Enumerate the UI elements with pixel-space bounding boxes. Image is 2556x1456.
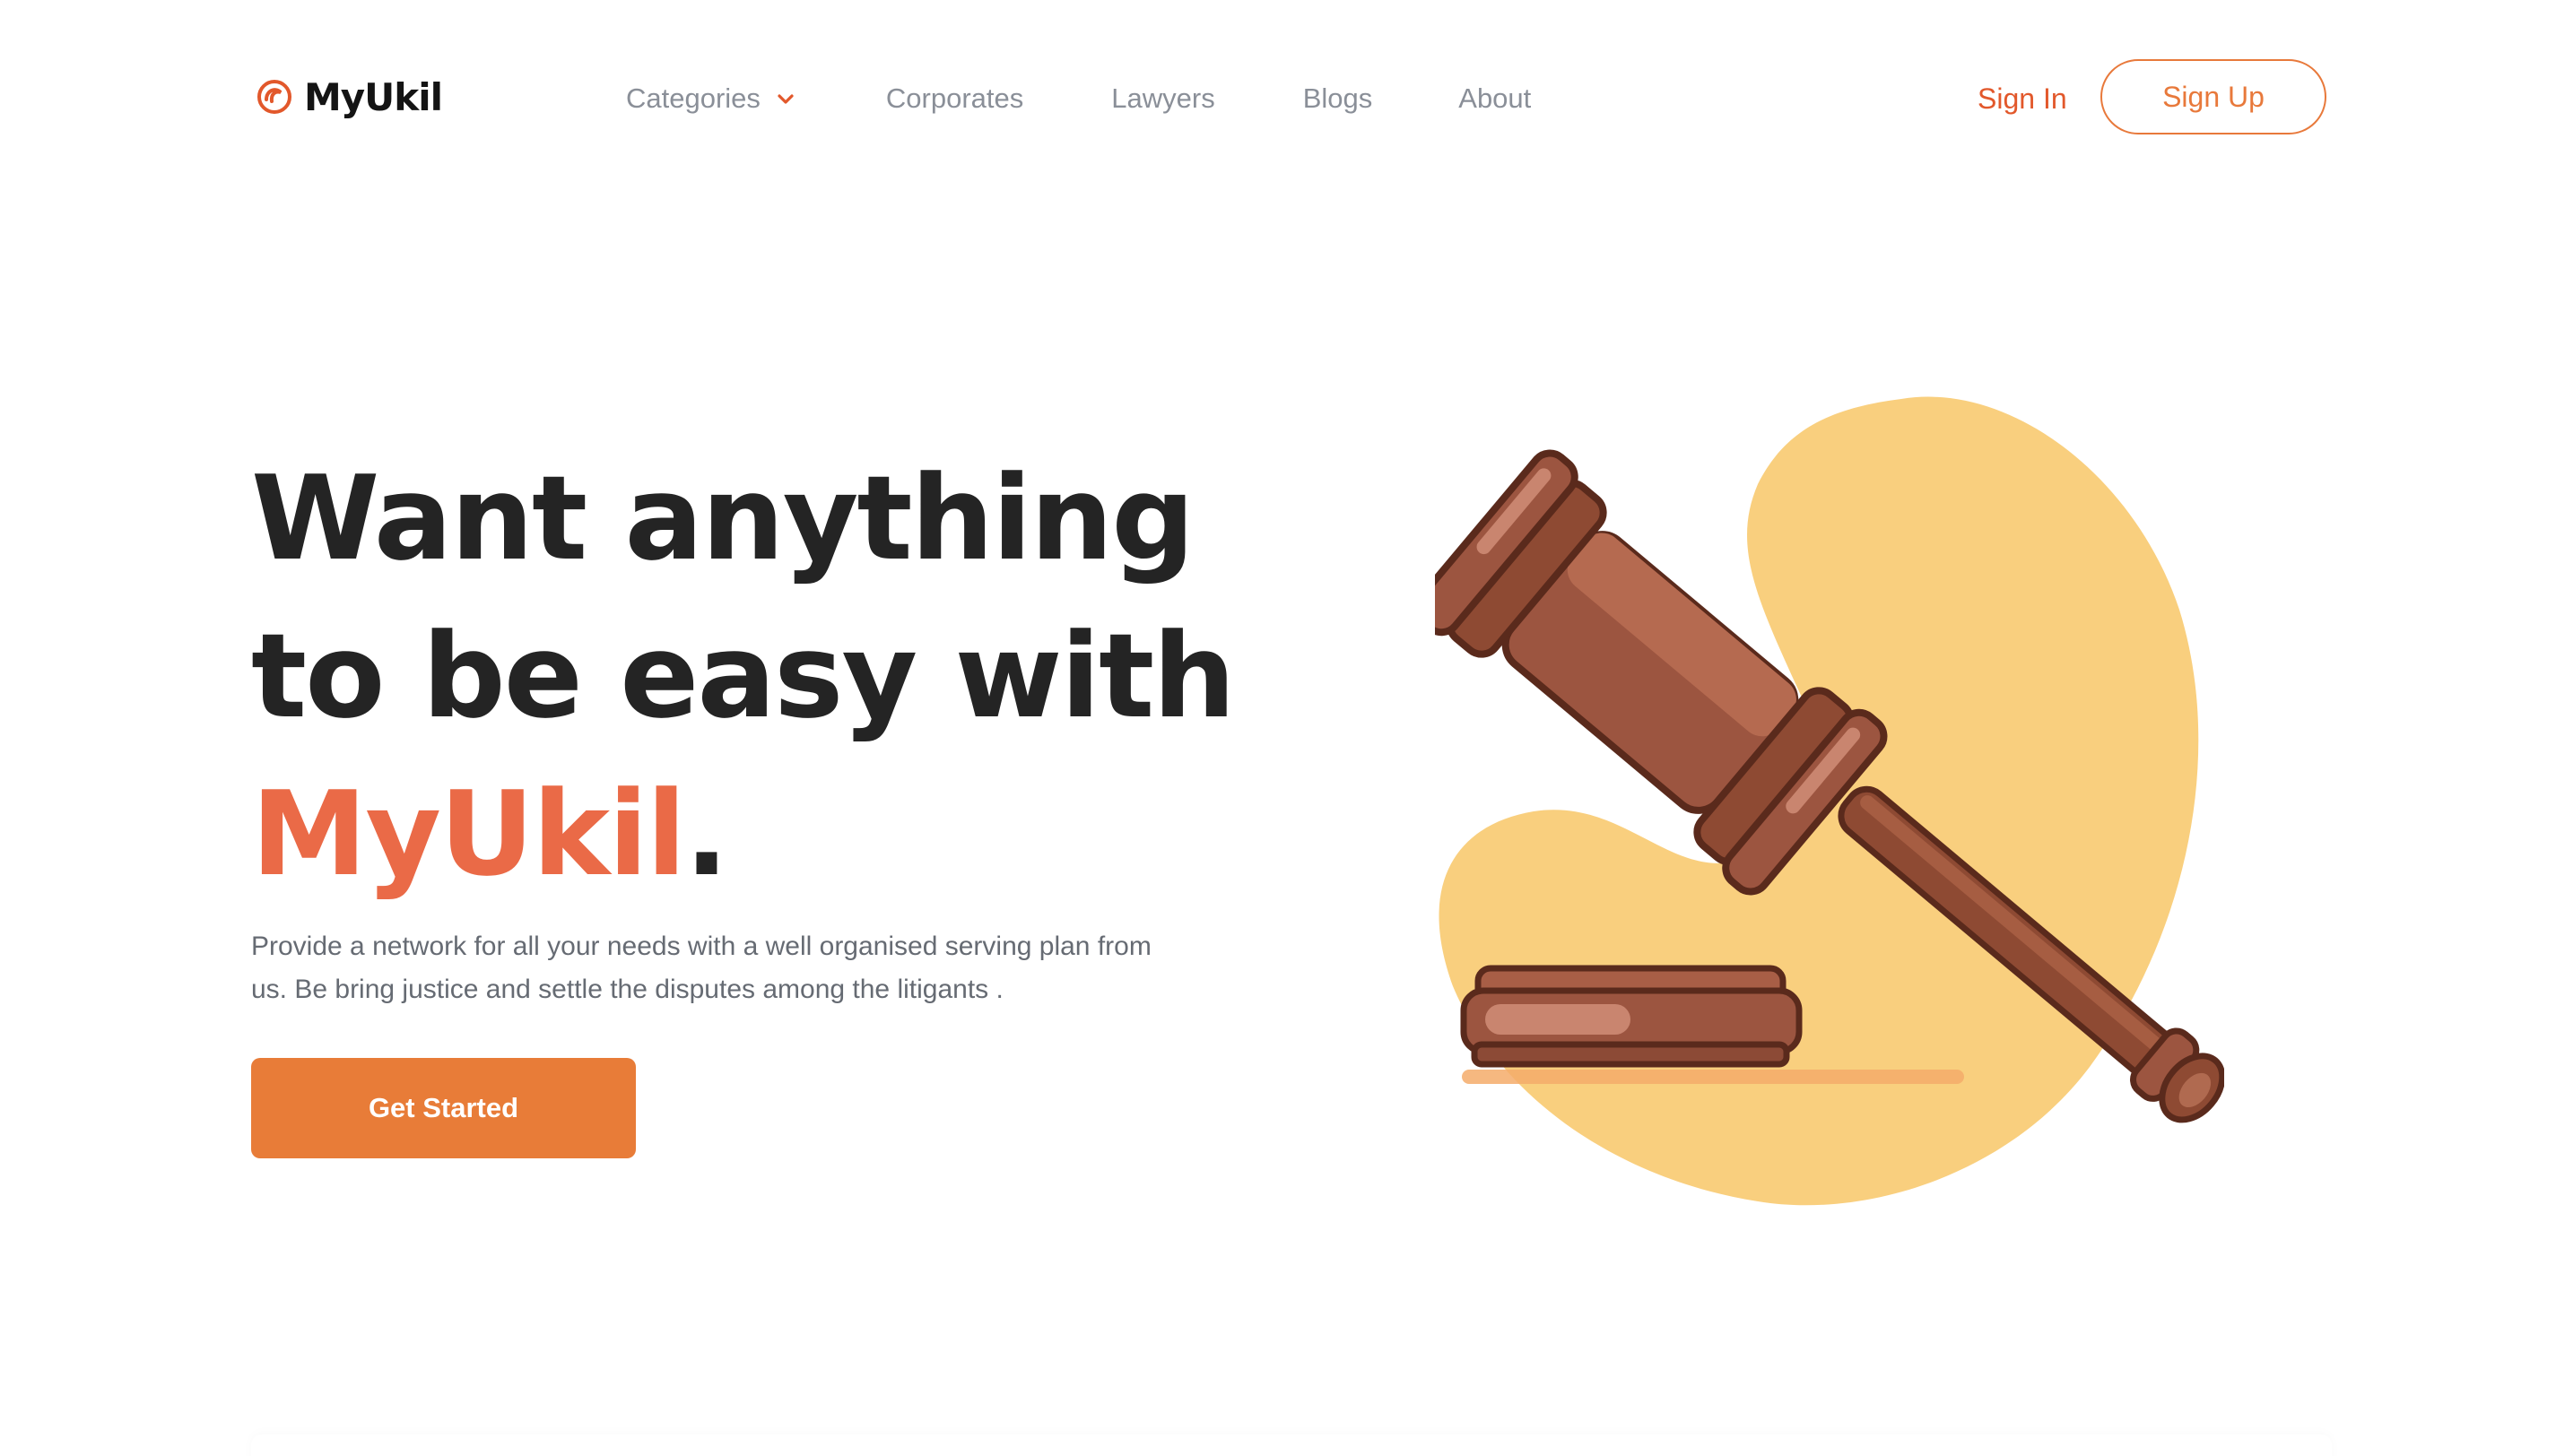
brand-name: MyUkil — [304, 74, 443, 119]
nav-item-lawyers[interactable]: Lawyers — [1111, 74, 1214, 124]
sign-in-link[interactable]: Sign In — [1978, 74, 2067, 124]
hero-title-period: . — [684, 766, 728, 902]
nav-item-corporates[interactable]: Corporates — [886, 74, 1023, 124]
next-section-card — [251, 1434, 2332, 1456]
hero-subtitle: Provide a network for all your needs wit… — [251, 925, 1256, 1011]
nav-item-blogs[interactable]: Blogs — [1303, 74, 1373, 124]
main-nav: Categories Corporates Lawyers Blogs Abou… — [626, 74, 1531, 124]
hero-illustration — [1435, 377, 2224, 1219]
landing-page: MyUkil Categories Corporates Lawyers Blo… — [0, 0, 2556, 1456]
sign-up-button[interactable]: Sign Up — [2100, 59, 2326, 134]
nav-item-categories[interactable]: Categories — [626, 74, 796, 124]
hero-title: Want anything to be easy with MyUkil. — [251, 439, 1327, 913]
brand-logo[interactable]: MyUkil — [256, 70, 443, 124]
logo-swirl-icon — [257, 80, 291, 114]
nav-item-label: Categories — [626, 82, 761, 114]
top-navbar: MyUkil Categories Corporates Lawyers Blo… — [0, 0, 2556, 197]
chevron-down-icon — [778, 94, 794, 104]
gavel-icon — [1435, 396, 2224, 1206]
hero-subtitle-line-2: us. Be bring justice and settle the disp… — [251, 975, 1004, 1004]
hero-subtitle-line-1: Provide a network for all your needs wit… — [251, 932, 1152, 961]
hero-title-brand: MyUkil — [251, 766, 686, 902]
hero-title-line-3: MyUkil. — [251, 755, 1327, 913]
get-started-button[interactable]: Get Started — [251, 1058, 636, 1158]
nav-item-about[interactable]: About — [1458, 74, 1531, 124]
hero-title-line-1: Want anything — [251, 450, 1195, 586]
hero-title-line-2: to be easy with — [251, 608, 1236, 744]
